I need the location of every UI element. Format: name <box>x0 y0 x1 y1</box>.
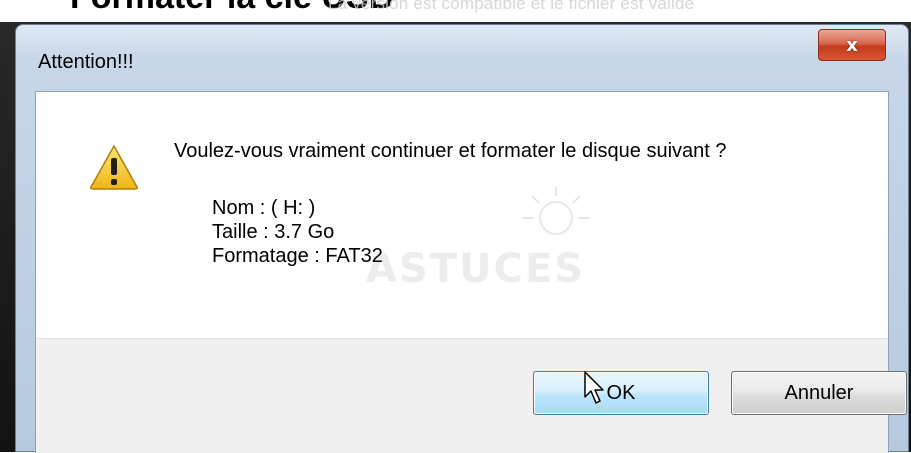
close-button[interactable]: x <box>818 29 886 61</box>
disk-name: Nom : ( H: ) <box>212 197 316 219</box>
disk-size: Taille : 3.7 Go <box>212 221 335 243</box>
close-icon: x <box>846 34 858 56</box>
confirmation-question: Voulez-vous vraiment continuer et format… <box>174 140 727 162</box>
dialog-client-area: ASTUCES Voulez-vous vraiment continuer e… <box>35 91 907 453</box>
dialog-content: ASTUCES Voulez-vous vraiment continuer e… <box>36 92 888 338</box>
dialog-button-bar: OK Annuler <box>36 338 907 453</box>
watermark-text: ASTUCES <box>366 246 586 292</box>
warning-icon <box>89 144 139 190</box>
disk-format: Formatage : FAT32 <box>212 245 383 267</box>
dialog-titlebar[interactable]: Attention!!! x <box>16 25 908 91</box>
confirmation-dialog: Attention!!! x ASTUCES Voulez-vous vraim… <box>15 24 909 453</box>
cancel-button[interactable]: Annuler <box>731 371 907 415</box>
ok-button[interactable]: OK <box>533 371 709 415</box>
dialog-title: Attention!!! <box>38 51 134 73</box>
disk-details: Nom : ( H: ) Taille : 3.7 Go Formatage :… <box>212 196 383 268</box>
mouse-cursor-icon <box>584 371 606 405</box>
background-status-text: La version est compatible et le fichier … <box>328 0 695 13</box>
